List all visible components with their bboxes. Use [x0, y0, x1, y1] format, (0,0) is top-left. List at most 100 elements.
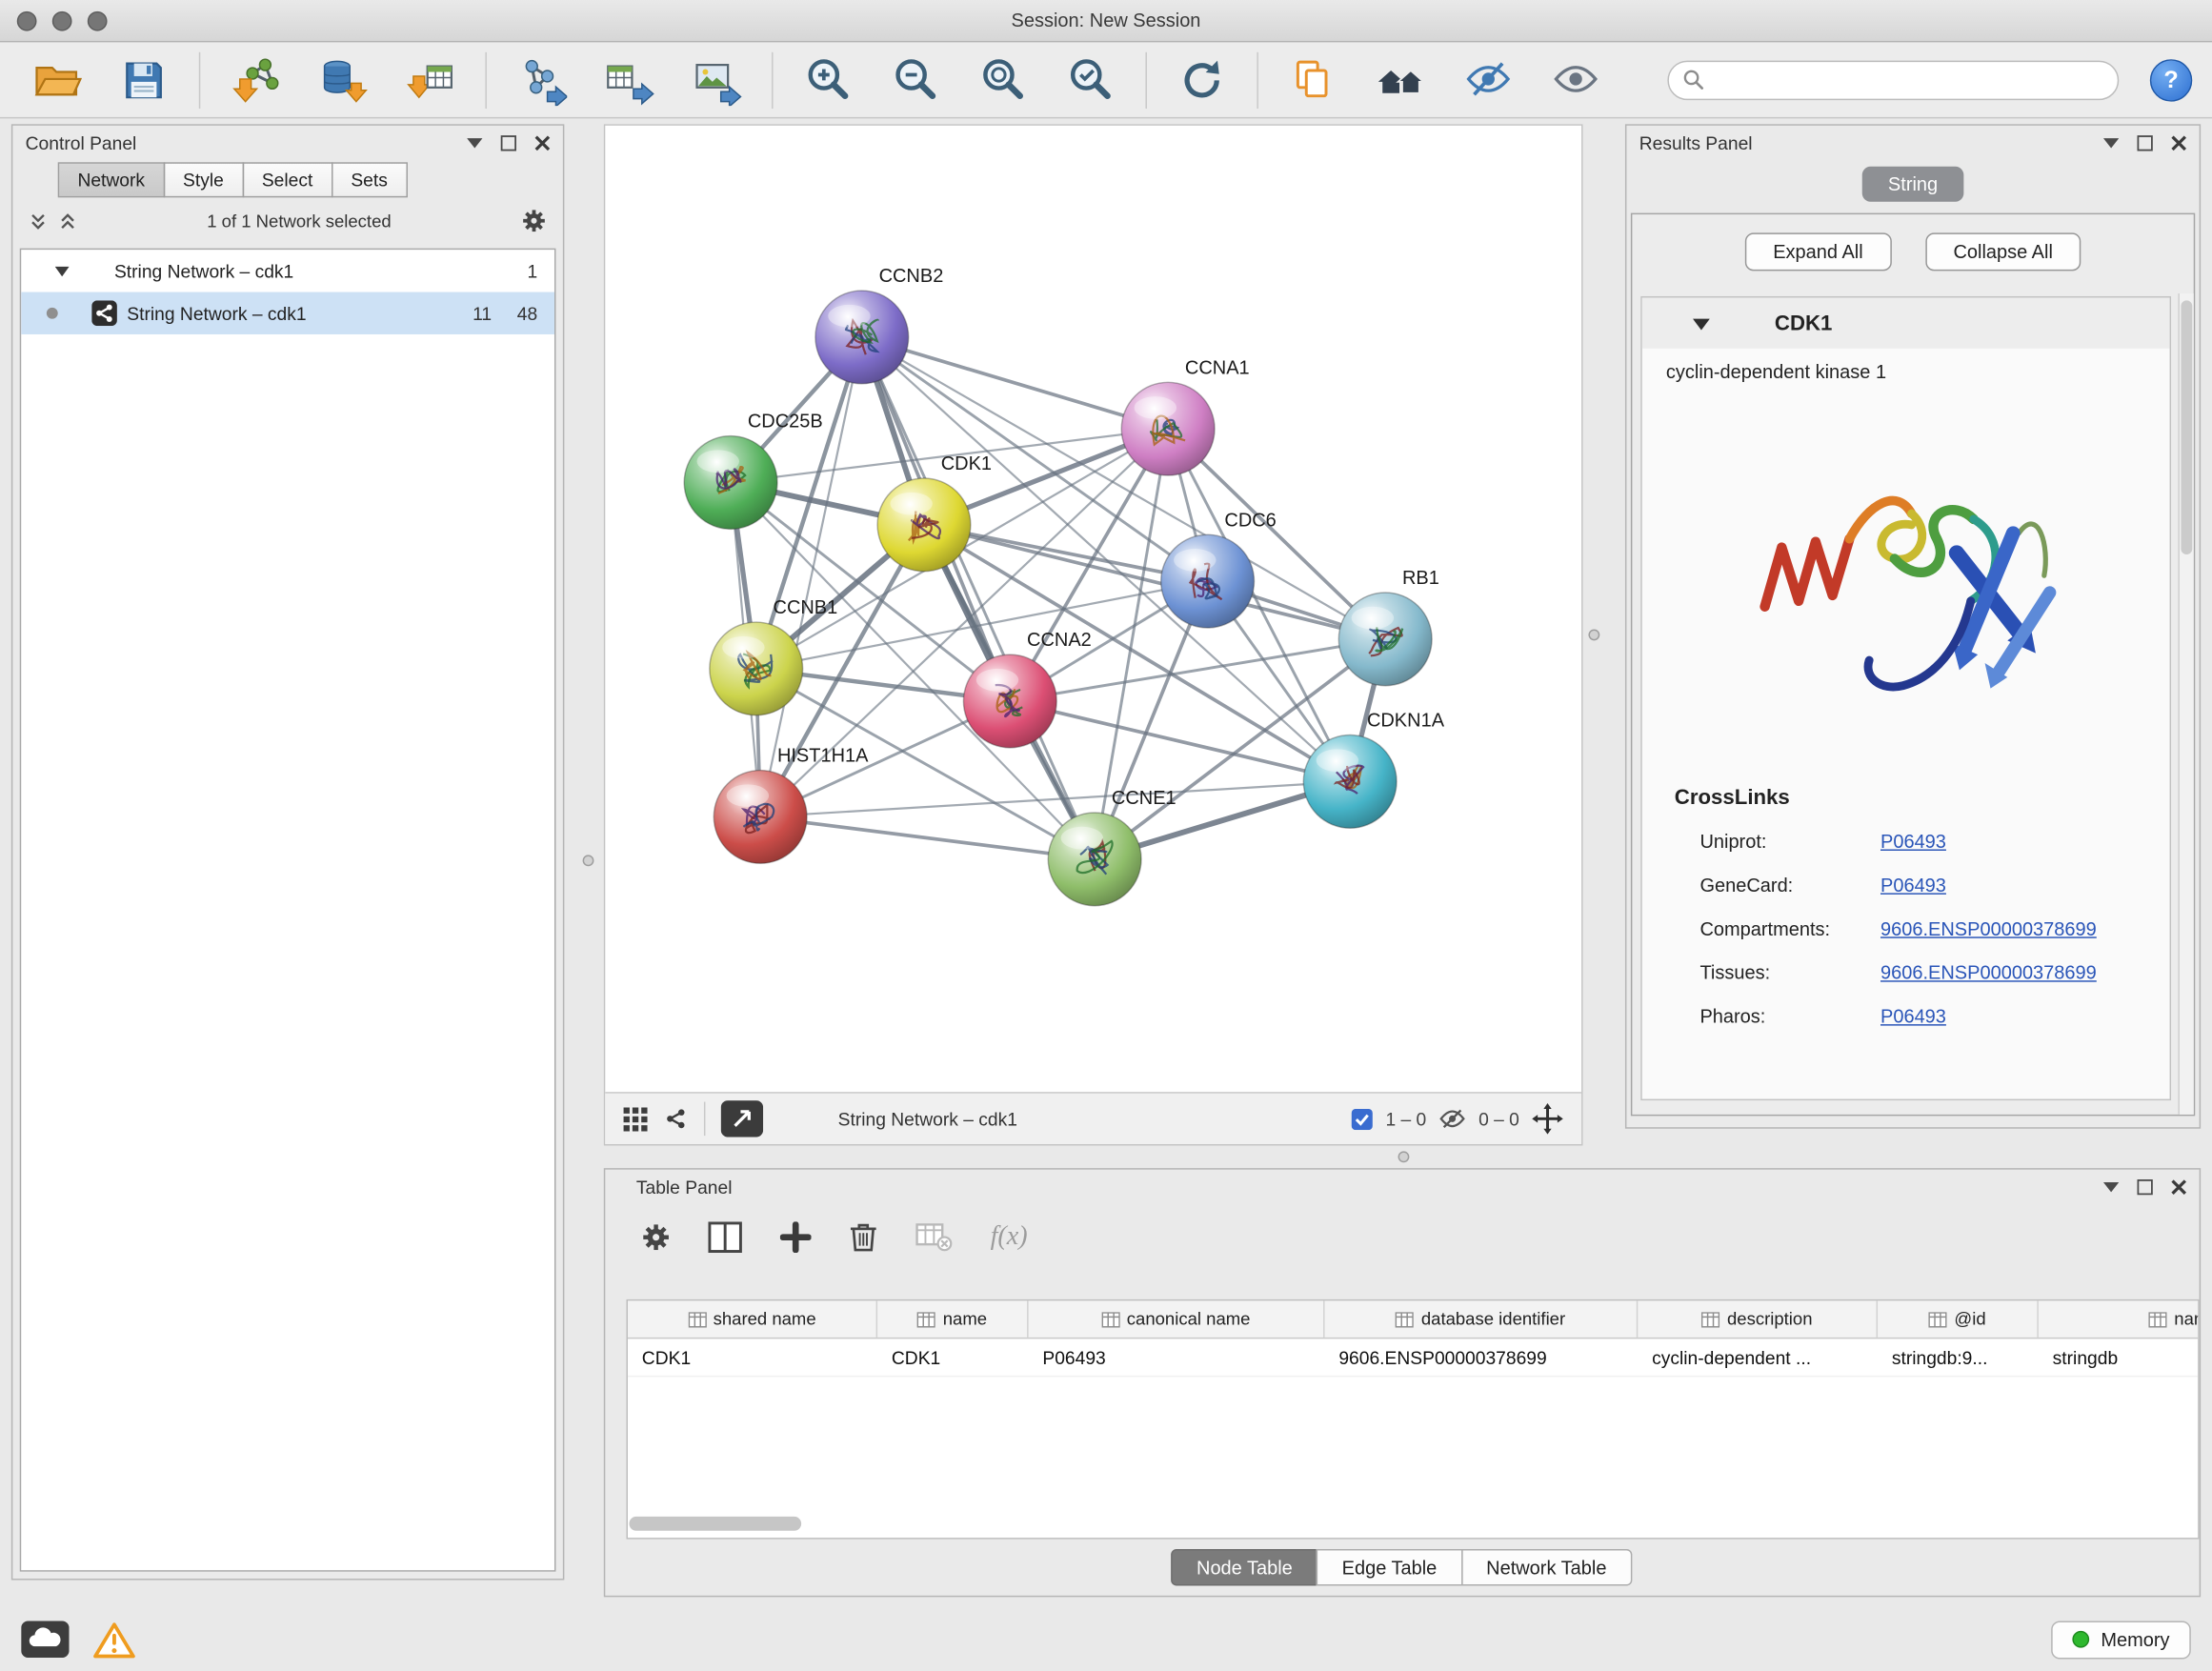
apply-layout-button[interactable] [1165, 49, 1238, 111]
collapse-all-icon[interactable] [30, 211, 47, 230]
zoom-in-button[interactable] [792, 49, 865, 111]
zoom-fit-button[interactable] [966, 49, 1039, 111]
table-options-gear-icon[interactable] [642, 1223, 671, 1252]
tab-edge-table[interactable]: Edge Table [1317, 1549, 1462, 1586]
network-canvas[interactable]: CCNB2CCNA1CDC25BCDK1CDC6RB1CCNB1CCNA2CDK… [605, 126, 1581, 1092]
crosslink-link[interactable]: 9606.ENSP00000378699 [1880, 962, 2097, 983]
network-node[interactable] [1303, 735, 1397, 829]
tab-node-table[interactable]: Node Table [1171, 1549, 1317, 1586]
network-node[interactable] [714, 771, 807, 864]
network-node[interactable] [1161, 534, 1255, 628]
delete-column-icon[interactable] [849, 1221, 877, 1253]
collapse-all-button[interactable]: Collapse All [1925, 232, 2081, 271]
column-header[interactable]: namespace [2039, 1300, 2200, 1338]
collection-caret-icon[interactable] [55, 265, 70, 276]
network-edge[interactable] [760, 816, 1095, 858]
network-node[interactable] [684, 436, 777, 530]
gene-section-header[interactable]: CDK1 [1642, 297, 2170, 348]
hidden-eye-slash-icon[interactable] [1439, 1107, 1466, 1130]
column-header[interactable]: @id [1878, 1300, 2039, 1338]
function-builder-button[interactable]: f(x) [991, 1221, 1028, 1253]
splitter-handle[interactable] [583, 855, 594, 866]
duplicate-network-button[interactable] [1277, 49, 1350, 111]
grid-view-icon[interactable] [624, 1107, 648, 1131]
section-caret-icon[interactable] [1693, 316, 1710, 329]
home-icon [1376, 54, 1426, 105]
float-panel-icon[interactable] [2138, 1178, 2153, 1194]
warning-icon[interactable] [93, 1621, 135, 1659]
selected-checkbox-icon[interactable] [1352, 1108, 1373, 1129]
cloud-status-icon[interactable] [21, 1621, 69, 1659]
expand-all-button[interactable]: Expand All [1745, 232, 1892, 271]
float-panel-icon[interactable] [2138, 134, 2153, 150]
close-window-button[interactable] [17, 11, 37, 31]
show-columns-icon[interactable] [708, 1221, 742, 1253]
hide-details-button[interactable] [1452, 49, 1525, 111]
tab-network[interactable]: Network [58, 162, 165, 197]
splitter-handle[interactable] [1398, 1151, 1410, 1162]
pan-crosshair-icon[interactable] [1532, 1103, 1563, 1135]
minimize-window-button[interactable] [52, 11, 72, 31]
tab-sets[interactable]: Sets [332, 162, 408, 197]
tab-style[interactable]: Style [163, 162, 243, 197]
network-node[interactable] [1338, 593, 1432, 686]
search-input[interactable] [1713, 70, 2103, 91]
export-table-button[interactable] [593, 49, 666, 111]
help-button[interactable]: ? [2150, 58, 2192, 100]
network-node[interactable] [1121, 382, 1215, 475]
column-header[interactable]: canonical name [1029, 1300, 1325, 1338]
network-node[interactable] [1048, 813, 1141, 906]
panel-menu-icon[interactable] [2103, 1180, 2119, 1192]
column-header[interactable]: name [877, 1300, 1028, 1338]
crosslink-link[interactable]: P06493 [1880, 1006, 1946, 1027]
network-node[interactable] [815, 291, 909, 384]
import-network-file-button[interactable] [219, 49, 292, 111]
close-panel-icon[interactable] [534, 134, 550, 150]
show-details-button[interactable] [1539, 49, 1613, 111]
table-row[interactable]: CDK1 CDK1 P06493 9606.ENSP00000378699 cy… [628, 1339, 2198, 1377]
tab-select[interactable]: Select [242, 162, 332, 197]
tab-network-table[interactable]: Network Table [1460, 1549, 1632, 1586]
detach-view-button[interactable] [721, 1100, 763, 1137]
network-node[interactable] [963, 654, 1056, 748]
close-panel-icon[interactable] [2171, 1178, 2186, 1194]
splitter-handle[interactable] [1588, 629, 1599, 640]
panel-menu-icon[interactable] [2103, 137, 2119, 149]
network-node[interactable] [877, 478, 971, 572]
open-session-button[interactable] [20, 49, 93, 111]
column-header[interactable]: shared name [628, 1300, 877, 1338]
import-network-database-button[interactable] [306, 49, 379, 111]
results-scrollbar[interactable] [2178, 293, 2193, 1115]
column-header[interactable]: database identifier [1325, 1300, 1639, 1338]
network-edge[interactable] [862, 337, 1168, 429]
crosslink-link[interactable]: P06493 [1880, 875, 1946, 896]
string-results-tab[interactable]: String [1862, 167, 1963, 202]
column-header[interactable]: description [1638, 1300, 1878, 1338]
scrollbar-thumb[interactable] [2181, 300, 2192, 554]
export-network-button[interactable] [505, 49, 578, 111]
expand-all-icon[interactable] [59, 211, 76, 230]
panel-menu-icon[interactable] [467, 137, 482, 149]
network-edge[interactable] [862, 337, 1095, 859]
home-button[interactable] [1364, 49, 1438, 111]
export-image-button[interactable] [680, 49, 754, 111]
network-options-gear-icon[interactable] [522, 209, 546, 232]
close-panel-icon[interactable] [2171, 134, 2186, 150]
delete-table-icon[interactable] [915, 1223, 953, 1252]
save-session-button[interactable] [108, 49, 181, 111]
memory-button[interactable]: Memory [2052, 1621, 2191, 1659]
crosslink-link[interactable]: 9606.ENSP00000378699 [1880, 918, 2097, 939]
network-row[interactable]: String Network – cdk1 11 48 [21, 292, 554, 334]
zoom-window-button[interactable] [88, 11, 108, 31]
zoom-selected-button[interactable] [1054, 49, 1127, 111]
import-table-button[interactable] [393, 49, 467, 111]
birds-eye-toggle-icon[interactable] [663, 1106, 689, 1132]
create-column-icon[interactable] [780, 1221, 812, 1253]
zoom-out-button[interactable] [879, 49, 953, 111]
table-horizontal-scrollbar[interactable] [629, 1517, 801, 1531]
crosslink-link[interactable]: P06493 [1880, 831, 1946, 852]
network-collection-row[interactable]: String Network – cdk1 1 [21, 250, 554, 292]
float-panel-icon[interactable] [501, 134, 516, 150]
network-node[interactable] [710, 622, 803, 715]
network-edge[interactable] [1010, 701, 1350, 781]
